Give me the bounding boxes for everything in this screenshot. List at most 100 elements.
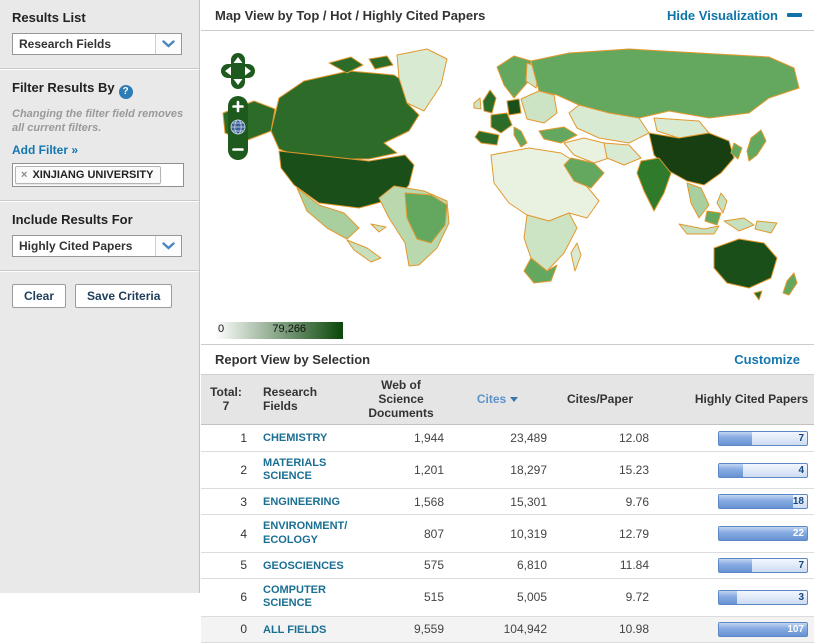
include-results-selected: Highly Cited Papers	[13, 236, 155, 256]
filter-section: Filter Results By? Changing the filter f…	[0, 69, 199, 201]
legend-min-label: 0	[218, 323, 224, 335]
region-caribbean[interactable]	[371, 224, 386, 232]
field-link[interactable]: ALL FIELDS	[263, 624, 326, 637]
map-pan-control[interactable]	[221, 53, 255, 89]
region-indochina[interactable]	[687, 183, 709, 218]
map-header: Map View by Top / Hot / Highly Cited Pap…	[201, 0, 814, 31]
region-canada-islands[interactable]	[329, 56, 393, 73]
field-link[interactable]: ENGINEERING	[263, 496, 340, 509]
region-madagascar[interactable]	[571, 243, 581, 271]
row-cites-per-paper: 12.08	[549, 425, 651, 451]
remove-filter-icon[interactable]: ×	[21, 169, 27, 181]
filter-heading: Filter Results By	[12, 80, 115, 95]
results-list-dropdown[interactable]: Research Fields	[12, 33, 182, 55]
highly-cited-bar[interactable]: 107	[718, 622, 808, 637]
region-spain[interactable]	[475, 131, 499, 145]
column-cites-per-paper: Cites/Paper	[549, 375, 651, 425]
hide-visualization-link[interactable]: Hide Visualization	[667, 8, 802, 23]
region-new-guinea[interactable]	[755, 221, 777, 233]
region-japan[interactable]	[747, 130, 766, 161]
region-borneo[interactable]	[705, 211, 721, 225]
map-zoom-control[interactable]	[227, 95, 249, 161]
region-tasmania[interactable]	[754, 291, 762, 300]
report-view-title: Report View by Selection	[215, 352, 370, 367]
report-table: Total:7 Research Fields Web of Science D…	[201, 374, 814, 643]
bar-value: 18	[793, 495, 804, 508]
map-legend: 0 79,266	[215, 322, 343, 339]
field-link[interactable]: MATERIALS SCIENCE	[263, 457, 354, 483]
column-research-fields: Research Fields	[251, 375, 356, 425]
filter-input[interactable]: × XINJIANG UNIVERSITY	[12, 163, 184, 187]
row-documents: 1,944	[356, 425, 446, 451]
region-canada[interactable]	[271, 71, 419, 159]
table-row: 5 GEOSCIENCES 575 6,810 11.84 7	[201, 552, 814, 578]
highly-cited-bar[interactable]: 7	[718, 558, 808, 573]
map-view-title: Map View by Top / Hot / Highly Cited Pap…	[215, 8, 485, 23]
row-cites: 6,810	[446, 552, 549, 578]
highly-cited-bar[interactable]: 22	[718, 526, 808, 541]
field-link[interactable]: CHEMISTRY	[263, 432, 327, 445]
chevron-down-icon	[155, 34, 181, 54]
minimize-icon	[787, 13, 802, 17]
field-link[interactable]: GEOSCIENCES	[263, 560, 344, 573]
region-france[interactable]	[491, 113, 512, 133]
highly-cited-bar[interactable]: 18	[718, 494, 808, 509]
row-documents: 1,201	[356, 451, 446, 488]
customize-link[interactable]: Customize	[734, 352, 800, 367]
region-uk[interactable]	[483, 90, 496, 113]
hide-visualization-label: Hide Visualization	[667, 8, 778, 23]
bar-value: 107	[787, 623, 804, 636]
highly-cited-bar[interactable]: 7	[718, 431, 808, 446]
row-cites-per-paper: 12.79	[549, 515, 651, 552]
bar-fill	[719, 559, 752, 572]
bar-value: 3	[798, 591, 804, 604]
bar-value: 22	[793, 527, 804, 540]
chevron-down-icon	[155, 236, 181, 256]
save-criteria-button[interactable]: Save Criteria	[75, 284, 172, 308]
world-map[interactable]	[209, 43, 808, 305]
table-row: 6 COMPUTER SCIENCE 515 5,005 9.72 3	[201, 579, 814, 616]
filter-note: Changing the filter field removes all cu…	[12, 107, 187, 136]
bar-value: 7	[798, 559, 804, 572]
region-germany[interactable]	[507, 99, 521, 115]
region-central-america[interactable]	[347, 240, 381, 262]
field-link[interactable]: COMPUTER SCIENCE	[263, 584, 354, 610]
table-row: 2 MATERIALS SCIENCE 1,201 18,297 15.23 4	[201, 451, 814, 488]
row-rank: 3	[201, 489, 251, 515]
row-cites: 5,005	[446, 579, 549, 616]
report-header: Report View by Selection Customize	[201, 345, 814, 374]
highly-cited-bar[interactable]: 4	[718, 463, 808, 478]
bar-value: 7	[798, 432, 804, 445]
region-new-zealand[interactable]	[783, 273, 797, 295]
row-documents: 515	[356, 579, 446, 616]
region-turkey[interactable]	[539, 127, 577, 143]
region-india[interactable]	[637, 158, 671, 211]
table-row: 3 ENGINEERING 1,568 15,301 9.76 18	[201, 489, 814, 515]
row-documents: 9,559	[356, 616, 446, 642]
region-australia[interactable]	[714, 239, 777, 288]
row-cites: 10,319	[446, 515, 549, 552]
help-icon[interactable]: ?	[119, 85, 133, 99]
region-ireland[interactable]	[474, 98, 481, 109]
results-list-section: Results List Research Fields	[0, 0, 199, 69]
row-cites-per-paper: 11.84	[549, 552, 651, 578]
include-results-dropdown[interactable]: Highly Cited Papers	[12, 235, 182, 257]
column-cites-sort[interactable]: Cites	[446, 375, 549, 425]
region-italy[interactable]	[514, 127, 527, 147]
row-documents: 1,568	[356, 489, 446, 515]
highly-cited-bar[interactable]: 3	[718, 590, 808, 605]
add-filter-link[interactable]: Add Filter »	[12, 143, 78, 157]
results-list-heading: Results List	[12, 10, 187, 25]
column-documents: Web of Science Documents	[356, 375, 446, 425]
region-europe-east[interactable]	[521, 91, 557, 123]
region-iran[interactable]	[604, 143, 641, 165]
sidebar: Results List Research Fields Filter Resu…	[0, 0, 200, 593]
field-link[interactable]: ENVIRONMENT/ECOLOGY	[263, 520, 354, 546]
row-cites-per-paper: 15.23	[549, 451, 651, 488]
clear-button[interactable]: Clear	[12, 284, 66, 308]
bar-fill	[719, 432, 752, 445]
row-cites: 15,301	[446, 489, 549, 515]
filter-chip[interactable]: × XINJIANG UNIVERSITY	[15, 166, 161, 184]
region-russia[interactable]	[531, 49, 799, 118]
region-philippines[interactable]	[717, 193, 727, 213]
